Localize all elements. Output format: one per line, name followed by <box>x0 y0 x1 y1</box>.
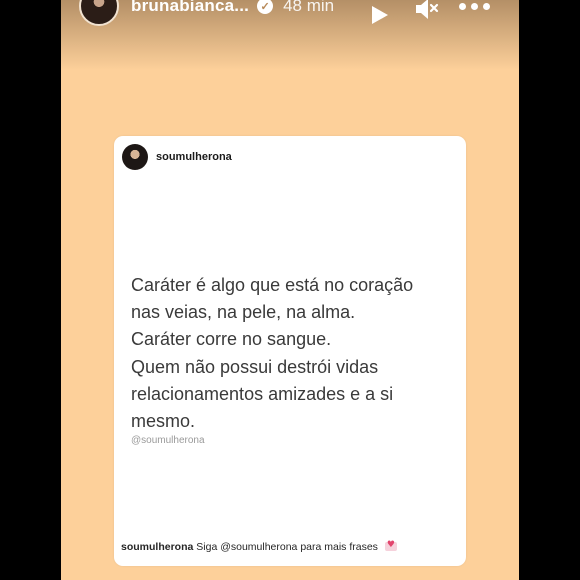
profile-avatar[interactable] <box>79 0 119 26</box>
story-username[interactable]: brunabianca... <box>131 0 249 16</box>
quote-handle: @soumulherona <box>131 435 205 446</box>
quote-line: relacionamentos amizades e a si <box>131 383 394 404</box>
quote-line: Caráter é algo que está no coração <box>131 275 414 295</box>
play-icon[interactable] <box>372 6 388 24</box>
quote-text: Caráter é algo que está no coração nas v… <box>131 272 461 435</box>
post-header: soumulherona <box>122 144 232 170</box>
story-header: brunabianca... ✓ 48 min <box>61 0 519 26</box>
quote-line: mesmo. <box>131 411 196 432</box>
story-frame: brunabianca... ✓ 48 min soumulherona Car… <box>61 0 519 580</box>
heart-icon <box>384 540 397 551</box>
post-caption: soumulherona Siga @soumulherona para mai… <box>121 540 397 553</box>
story-time: 48 min <box>283 0 335 15</box>
post-avatar[interactable] <box>122 144 148 170</box>
more-icon[interactable] <box>459 3 490 10</box>
quote-line: nas veias, na pele, na alma. <box>131 302 356 323</box>
quote-line: Caráter corre no sangue. <box>131 329 332 350</box>
post-username[interactable]: soumulherona <box>156 151 232 163</box>
caption-username[interactable]: soumulherona <box>121 541 193 553</box>
verified-icon: ✓ <box>257 0 274 14</box>
quote-line: Quem não possui destrói vidas <box>131 356 379 377</box>
quote-post-card: soumulherona Caráter é algo que está no … <box>114 136 466 566</box>
caption-text: Siga @soumulherona para mais frases <box>196 541 378 553</box>
mute-icon[interactable] <box>413 0 439 22</box>
